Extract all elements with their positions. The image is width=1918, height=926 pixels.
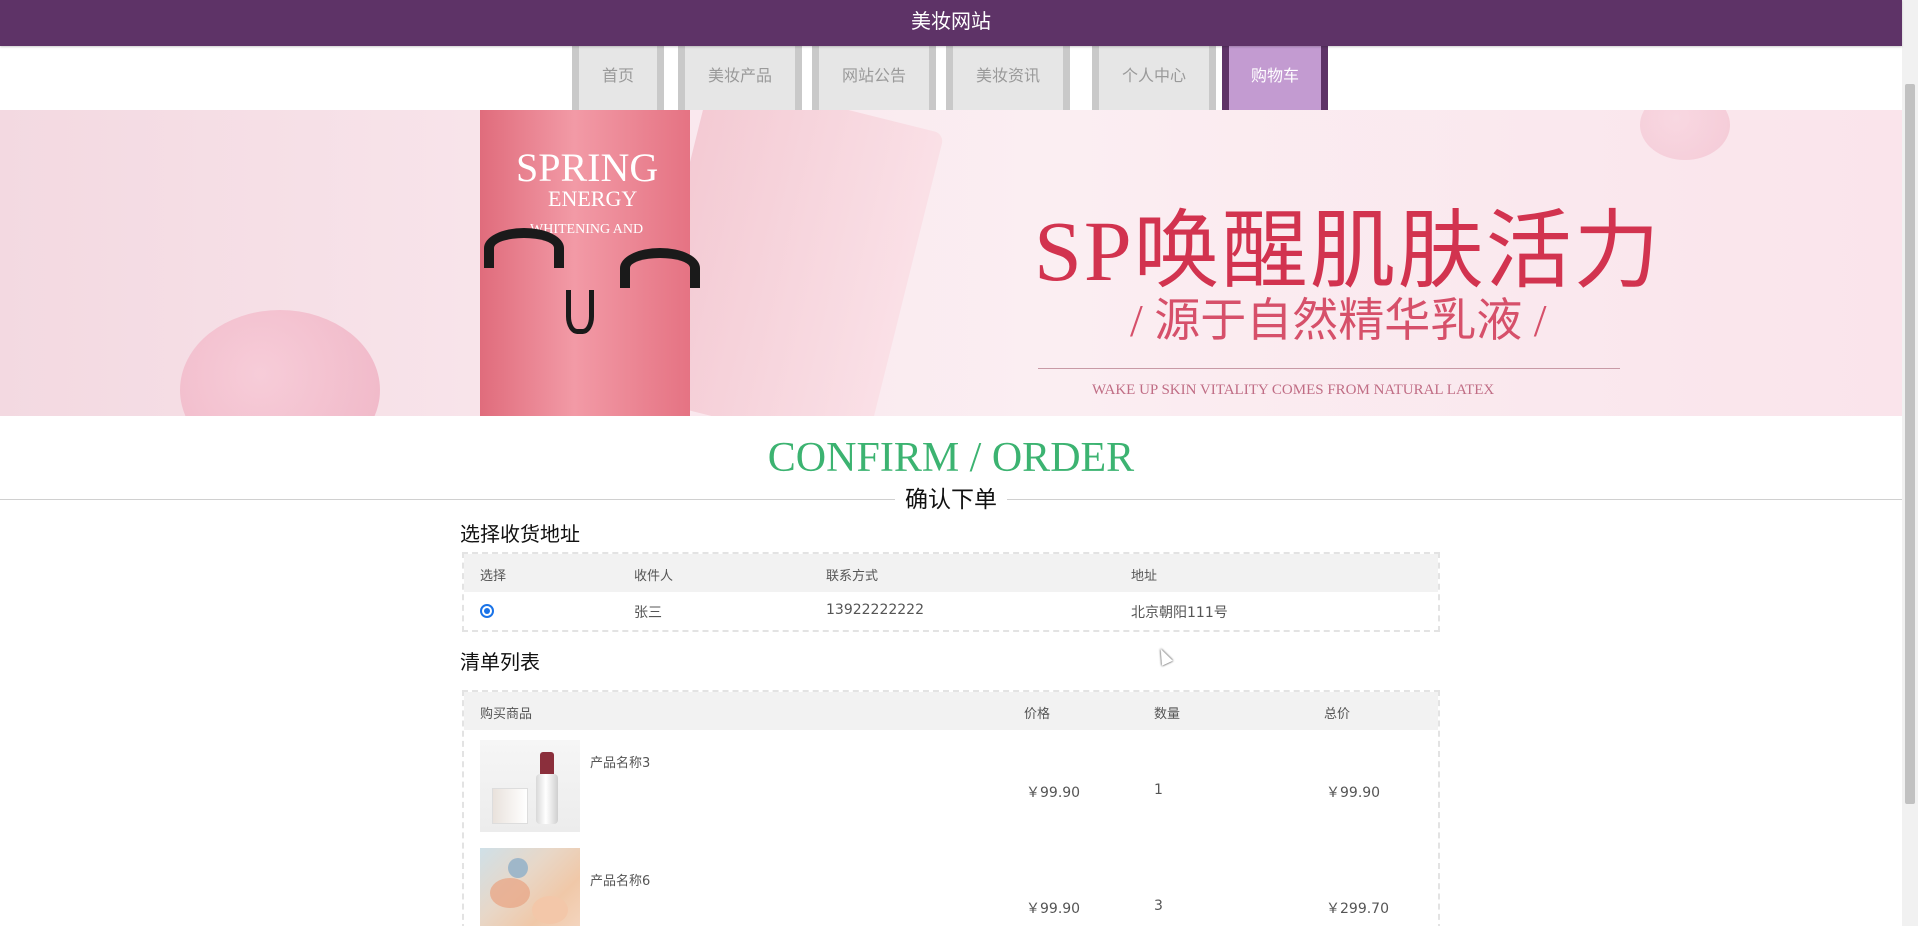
site-title: 美妆网站	[911, 9, 991, 33]
scrollbar-thumb[interactable]	[1905, 84, 1915, 804]
product-thumbnail[interactable]	[480, 848, 580, 926]
column-header-select: 选择	[480, 569, 507, 584]
nav-item-announcements[interactable]: 网站公告	[812, 46, 936, 110]
product-total: ￥299.70	[1326, 901, 1389, 917]
product-quantity: 3	[1154, 898, 1163, 914]
nav-item-news[interactable]: 美妆资讯	[946, 46, 1070, 110]
product-total: ￥99.90	[1326, 785, 1381, 801]
petal-decoration	[180, 310, 380, 416]
column-header-recipient: 收件人	[634, 569, 674, 584]
column-header-address: 地址	[1131, 569, 1158, 584]
product-quantity: 1	[1154, 782, 1163, 798]
product-price: ￥99.90	[1026, 785, 1081, 801]
address-section-title: 选择收货地址	[460, 522, 580, 546]
nav-item-home[interactable]: 首页	[572, 46, 664, 110]
column-header-price: 价格	[1024, 707, 1051, 722]
cart-row: 产品名称3 ￥99.90 1 ￥99.90	[464, 730, 1438, 848]
address-table: 选择 收件人 联系方式 地址 张三 13922222222 北京朝阳111号	[462, 552, 1440, 632]
address-phone: 13922222222	[826, 602, 924, 618]
cart-table-header: 购买商品 价格 数量 总价	[464, 692, 1438, 730]
banner-divider	[1038, 368, 1620, 369]
tube-label: ENERGY	[548, 186, 638, 211]
confirm-order-heading-en: CONFIRM / ORDER	[767, 435, 1135, 481]
confirm-order-heading-cn: 确认下单	[895, 485, 1007, 515]
column-header-product: 购买商品	[480, 707, 533, 722]
nav-item-profile[interactable]: 个人中心	[1092, 46, 1216, 110]
address-row[interactable]: 张三 13922222222 北京朝阳111号	[464, 592, 1438, 630]
nav-item-cart[interactable]: 购物车	[1222, 46, 1328, 110]
product-price: ￥99.90	[1026, 901, 1081, 917]
nav-item-products[interactable]: 美妆产品	[678, 46, 802, 110]
mouse-cursor-icon	[1155, 646, 1173, 666]
product-thumbnail[interactable]	[480, 740, 580, 832]
cart-section-title: 清单列表	[460, 650, 540, 674]
column-header-total: 总价	[1324, 707, 1351, 722]
address-radio[interactable]	[480, 604, 494, 618]
cart-table: 购买商品 价格 数量 总价 产品名称3 ￥99.90 1 ￥99.90 产品名称…	[462, 690, 1440, 926]
face-eye-left	[484, 228, 564, 268]
address-recipient: 张三	[634, 605, 662, 621]
address-table-header: 选择 收件人 联系方式 地址	[464, 554, 1438, 592]
promo-banner: SPRING ENERGY WHITENING AND SP唤醒肌肤活力 / 源…	[0, 110, 1902, 416]
product-name[interactable]: 产品名称3	[590, 752, 650, 771]
tube-label: SPRING	[516, 145, 659, 190]
petal-decoration	[1640, 110, 1730, 160]
column-header-quantity: 数量	[1154, 707, 1181, 722]
face-mouth	[566, 290, 594, 334]
main-nav: 首页 美妆产品 网站公告 美妆资讯 个人中心 购物车	[0, 46, 1902, 110]
banner-subtitle: / 源于自然精华乳液 /	[1130, 295, 1547, 346]
face-eye-right	[620, 248, 700, 288]
address-detail: 北京朝阳111号	[1131, 605, 1228, 621]
cart-row: 产品名称6 ￥99.90 3 ￥299.70	[464, 848, 1438, 926]
column-header-phone: 联系方式	[826, 569, 879, 584]
product-name[interactable]: 产品名称6	[590, 870, 650, 889]
banner-english-tagline: WAKE UP SKIN VITALITY COMES FROM NATURAL…	[1092, 382, 1495, 398]
vertical-scrollbar[interactable]	[1902, 0, 1918, 926]
site-header: 美妆网站	[0, 0, 1902, 46]
